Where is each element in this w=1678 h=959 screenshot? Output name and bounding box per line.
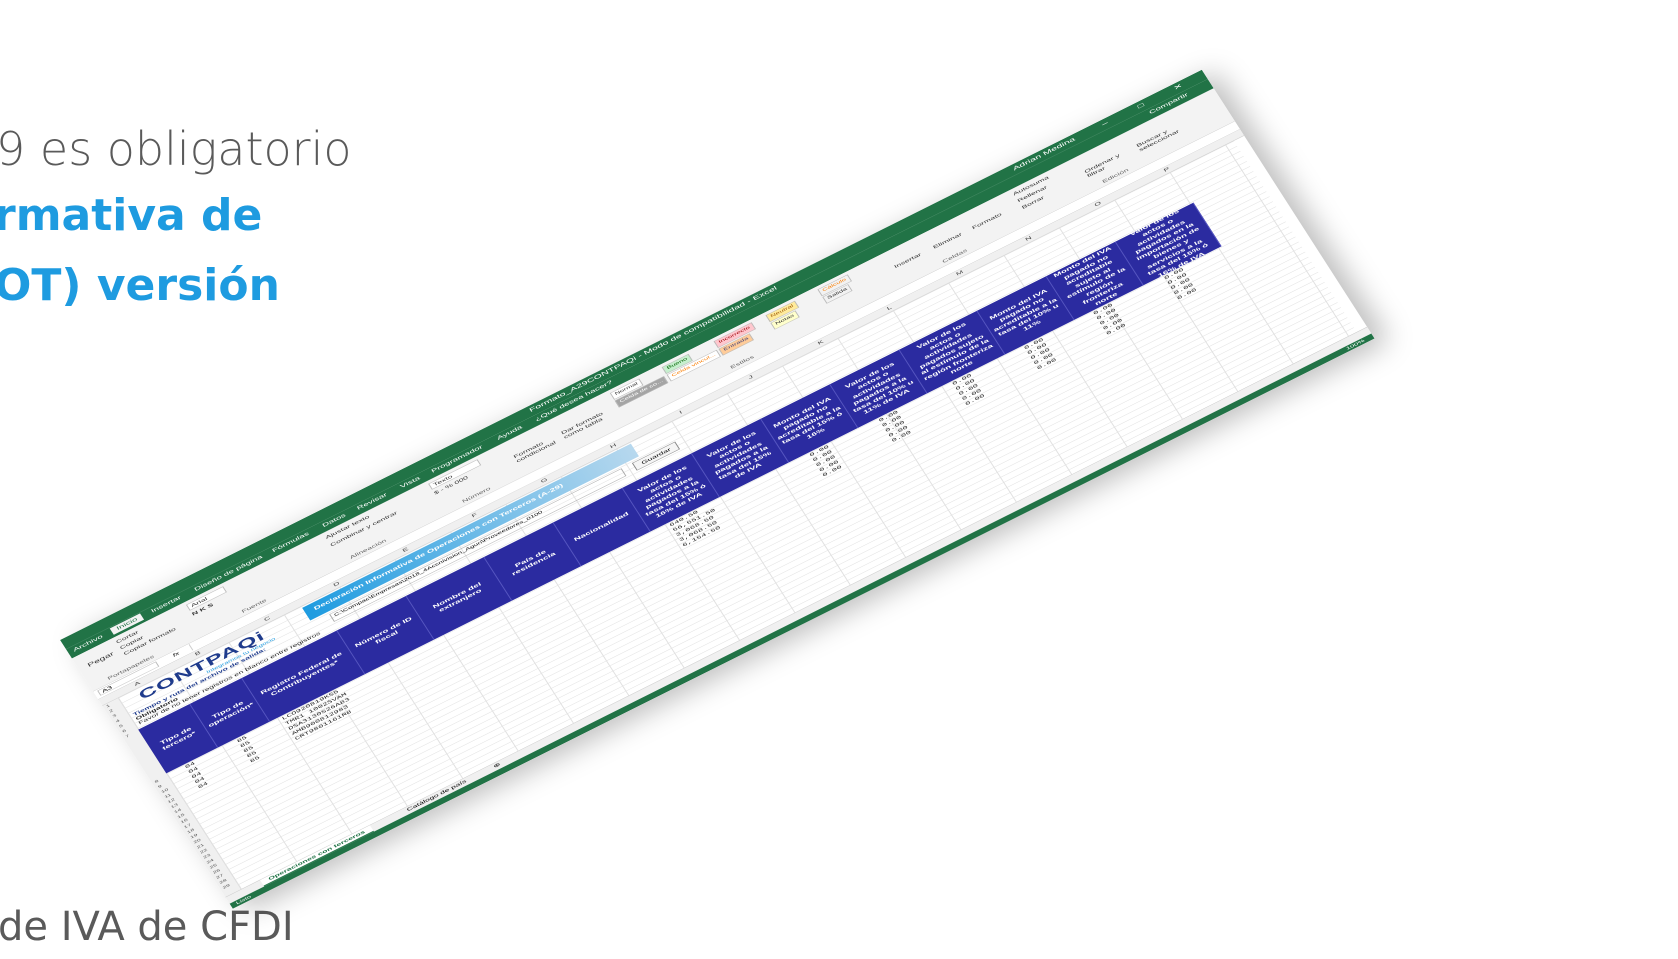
column-header[interactable]: J <box>747 374 754 380</box>
excel-window: Formato_A29CONTPAQi - Modo de compatibil… <box>60 69 1375 909</box>
sort-filter-button[interactable]: Ordenar y filtrar <box>1083 148 1132 179</box>
conditional-format-button[interactable]: Formato condicional <box>512 433 561 464</box>
delete-cells-button[interactable]: Eliminar <box>932 232 963 250</box>
paste-button[interactable]: Pegar <box>86 651 115 669</box>
insert-cells-button[interactable]: Insertar <box>893 252 922 269</box>
fx-icon: fx <box>171 650 181 658</box>
column-header[interactable]: L <box>886 305 893 311</box>
column-header[interactable]: I <box>678 410 683 415</box>
format-cells-button[interactable]: Formato <box>971 212 1003 231</box>
excel-screenshot: Formato_A29CONTPAQi - Modo de compatibil… <box>0 0 1678 959</box>
